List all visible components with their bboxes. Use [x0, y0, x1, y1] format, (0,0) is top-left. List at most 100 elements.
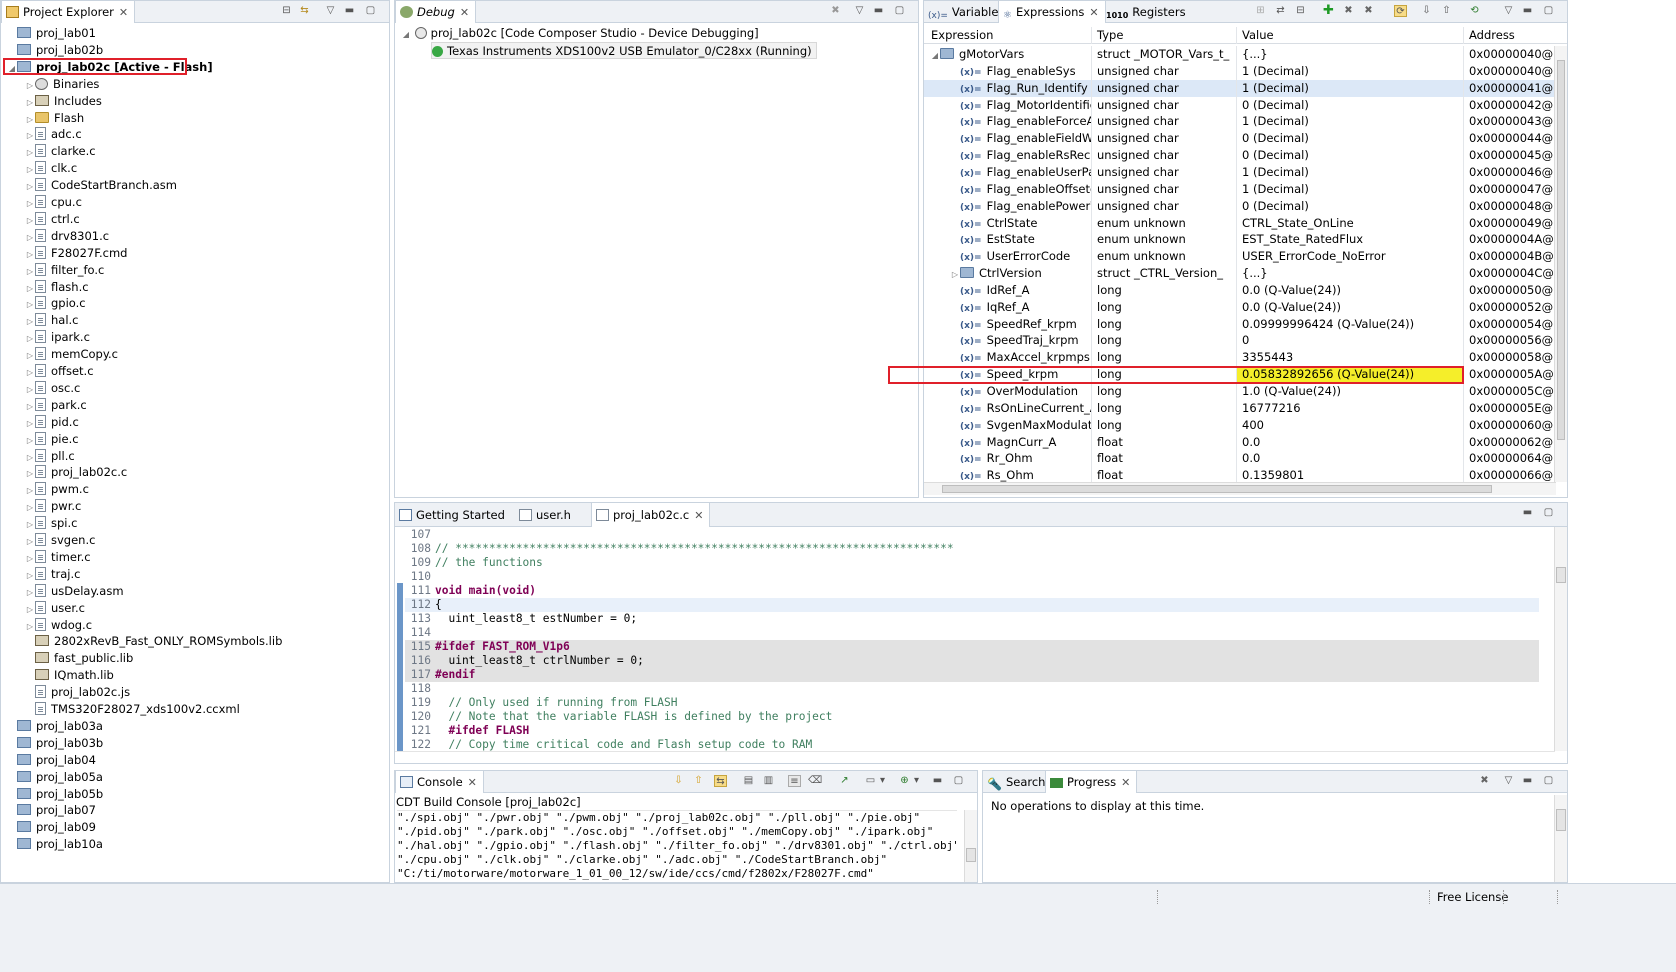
expand-toggle-icon[interactable]: ▷ [25, 550, 35, 567]
code-line[interactable]: 121 #ifdef FLASH [405, 724, 1539, 738]
expression-row[interactable]: (x)= Flag_enableFieldWeakunsigned char0 (… [924, 130, 1556, 148]
scroll-thumb[interactable] [966, 848, 976, 862]
code-line[interactable]: 120 // Note that the variable FLASH is d… [405, 710, 1539, 724]
expression-address-cell[interactable]: 0x00000040@Data [1464, 63, 1556, 80]
tree-item[interactable]: ▷ svgen.c [25, 532, 95, 549]
expand-toggle-icon[interactable]: ◢ [401, 26, 411, 43]
maximize-icon[interactable]: ▢ [893, 5, 906, 17]
expand-toggle-icon[interactable]: ▷ [25, 432, 35, 449]
expression-type-cell[interactable]: unsigned char [1092, 197, 1237, 215]
expand-toggle-icon[interactable]: ▷ [25, 465, 35, 482]
expand-toggle-icon[interactable]: ▷ [25, 499, 35, 516]
collapse-icon[interactable]: ⊟ [1294, 5, 1307, 17]
expression-row[interactable]: (x)= Flag_enableUserParanunsigned char1 (… [924, 163, 1556, 181]
editor-vertical-scrollbar[interactable] [1554, 527, 1567, 751]
expression-value-cell[interactable]: 0 (Decimal) [1237, 96, 1464, 114]
close-icon[interactable]: ✕ [460, 2, 469, 24]
tree-item[interactable]: fast_public.lib [25, 650, 133, 667]
expression-row[interactable]: (x)= SpeedTraj_krpm long00x00000056@Data [924, 332, 1556, 350]
expression-value-cell[interactable]: {...} [1237, 46, 1464, 63]
scroll-thumb[interactable] [1557, 60, 1565, 440]
code-line[interactable]: 118 [405, 682, 1539, 696]
expand-toggle-icon[interactable]: ▷ [25, 263, 35, 280]
expand-toggle-icon[interactable]: ▷ [25, 246, 35, 263]
tab-registers[interactable]: 1010 Registers [1102, 1, 1192, 23]
expression-name-cell[interactable]: (x)= IdRef_A [924, 281, 1092, 299]
code-line[interactable]: 107 [405, 528, 1539, 542]
expand-toggle-icon[interactable]: ▷ [25, 178, 35, 195]
expression-address-cell[interactable]: 0x00000042@Data [1464, 97, 1556, 114]
tree-item[interactable]: ▷ pie.c [25, 431, 79, 448]
expression-name-cell[interactable]: ▷ CtrlVersion [924, 265, 1092, 283]
expression-value-cell[interactable]: 1.0 (Q-Value(24)) [1237, 383, 1464, 400]
maximize-icon[interactable]: ▢ [1542, 5, 1555, 17]
project-item[interactable]: proj_lab02b [7, 42, 103, 59]
expression-type-cell[interactable]: unsigned char [1092, 79, 1237, 97]
expression-name-cell[interactable]: (x)= Flag_enableSys [924, 62, 1092, 80]
code-line[interactable]: 113 uint_least8_t estNumber = 0; [405, 612, 1539, 626]
expand-toggle-icon[interactable]: ▷ [25, 601, 35, 618]
project-item[interactable]: proj_lab07 [7, 802, 96, 819]
view-menu-icon[interactable]: ▽ [853, 5, 866, 17]
remove-expression-icon[interactable]: ✖ [1342, 5, 1355, 17]
expression-type-cell[interactable]: long [1092, 383, 1237, 400]
expression-value-cell[interactable]: EST_State_RatedFlux [1237, 231, 1464, 249]
expression-row[interactable]: (x)= Flag_enableOffsetcalcunsigned char1 … [924, 180, 1556, 198]
copy-build-log-icon[interactable]: ▤ [742, 775, 755, 787]
tree-item[interactable]: ▷ filter_fo.c [25, 262, 104, 279]
column-header-type[interactable]: Type [1092, 27, 1237, 44]
minimize-icon[interactable]: ▬ [343, 5, 356, 17]
word-wrap-icon[interactable]: ≡ [788, 775, 801, 787]
expression-value-cell[interactable]: 0.0 (Q-Value(24)) [1237, 298, 1464, 316]
expression-address-cell[interactable]: 0x00000056@Data [1464, 332, 1556, 349]
remove-all-icon[interactable]: ✖ [1362, 5, 1375, 17]
debug-session-row[interactable]: ◢ proj_lab02c [Code Composer Studio - De… [401, 25, 759, 42]
code-line[interactable]: 109 // the functions [405, 556, 1539, 570]
expression-row[interactable]: (x)= Flag_Run_Identify unsigned char 1 (Dec… [924, 79, 1556, 97]
code-line[interactable]: 110 [405, 570, 1539, 584]
maximize-icon[interactable]: ▢ [1542, 507, 1555, 519]
expand-toggle-icon[interactable]: ▷ [25, 567, 35, 584]
expression-row[interactable]: (x)= IqRef_A long 0.0 (Q-Value(24)) 0x000000… [924, 298, 1556, 316]
expression-value-cell[interactable]: 1 (Decimal) [1237, 113, 1464, 131]
tree-item[interactable]: ▷ user.c [25, 600, 85, 617]
close-icon[interactable]: ✕ [468, 772, 477, 794]
expression-type-cell[interactable]: unsigned char [1092, 130, 1237, 148]
view-menu-icon[interactable]: ▽ [1502, 775, 1515, 787]
maximize-icon[interactable]: ▢ [364, 5, 377, 17]
expression-row[interactable]: (x)= Flag_enablePowerWaiunsigned char0 (D… [924, 197, 1556, 215]
code-line[interactable]: 111 void main(void) [405, 584, 1539, 598]
tree-item[interactable]: ▷ clarke.c [25, 143, 96, 160]
scroll-lock-icon[interactable]: ⇆ [714, 775, 727, 787]
expression-row[interactable]: (x)= SvgenMaxModulationlong4000x00000060@… [924, 416, 1556, 434]
expression-address-cell[interactable]: 0x00000062@Data [1464, 434, 1556, 451]
tab-search[interactable]: 🔦 Search [983, 771, 1051, 793]
expression-type-cell[interactable]: unsigned char [1092, 180, 1237, 198]
tree-item[interactable]: ▷ wdog.c [25, 617, 92, 634]
scroll-down-icon[interactable]: ⇩ [672, 775, 685, 787]
tree-item[interactable]: ▷ usDelay.asm [25, 583, 124, 600]
expression-value-cell[interactable]: 1 (Decimal) [1237, 62, 1464, 80]
expression-name-cell[interactable]: (x)= UserErrorCode [924, 248, 1092, 266]
expression-address-cell[interactable]: 0x00000058@Data [1464, 349, 1556, 366]
expression-type-cell[interactable]: float [1092, 450, 1237, 468]
expressions-vertical-scrollbar[interactable] [1554, 46, 1567, 482]
expression-row[interactable]: (x)= Rr_Ohm float0.00x00000064@Data [924, 450, 1556, 468]
tree-item[interactable]: ▷ osc.c [25, 380, 80, 397]
tab-progress[interactable]: Progress ✕ [1045, 771, 1138, 793]
tree-item[interactable]: ▷ ctrl.c [25, 211, 80, 228]
expression-name-cell[interactable]: (x)= Flag_enableRsRecalc [924, 147, 1092, 165]
expression-value-cell[interactable]: 1 (Decimal) [1237, 180, 1464, 198]
minimize-icon[interactable]: ▬ [1521, 5, 1534, 17]
expression-row[interactable]: (x)= EstState enum unknown EST_State_RatedF… [924, 231, 1556, 249]
tab-getting-started[interactable]: Getting Started [395, 503, 511, 527]
code-line[interactable]: 114 [405, 626, 1539, 640]
tab-expressions[interactable]: ⚛ Expressions ✕ [998, 1, 1106, 23]
expression-type-cell[interactable]: long [1092, 416, 1237, 434]
import-icon[interactable]: ⇩ [1420, 5, 1433, 17]
expression-address-cell[interactable]: 0x00000050@Data [1464, 282, 1556, 299]
expression-name-cell[interactable]: (x)= SvgenMaxModulation [924, 416, 1092, 434]
expression-value-cell[interactable]: 0 (Decimal) [1237, 147, 1464, 165]
expression-address-cell[interactable]: 0x0000005E@Data [1464, 400, 1556, 417]
expand-toggle-icon[interactable]: ▷ [25, 398, 35, 415]
